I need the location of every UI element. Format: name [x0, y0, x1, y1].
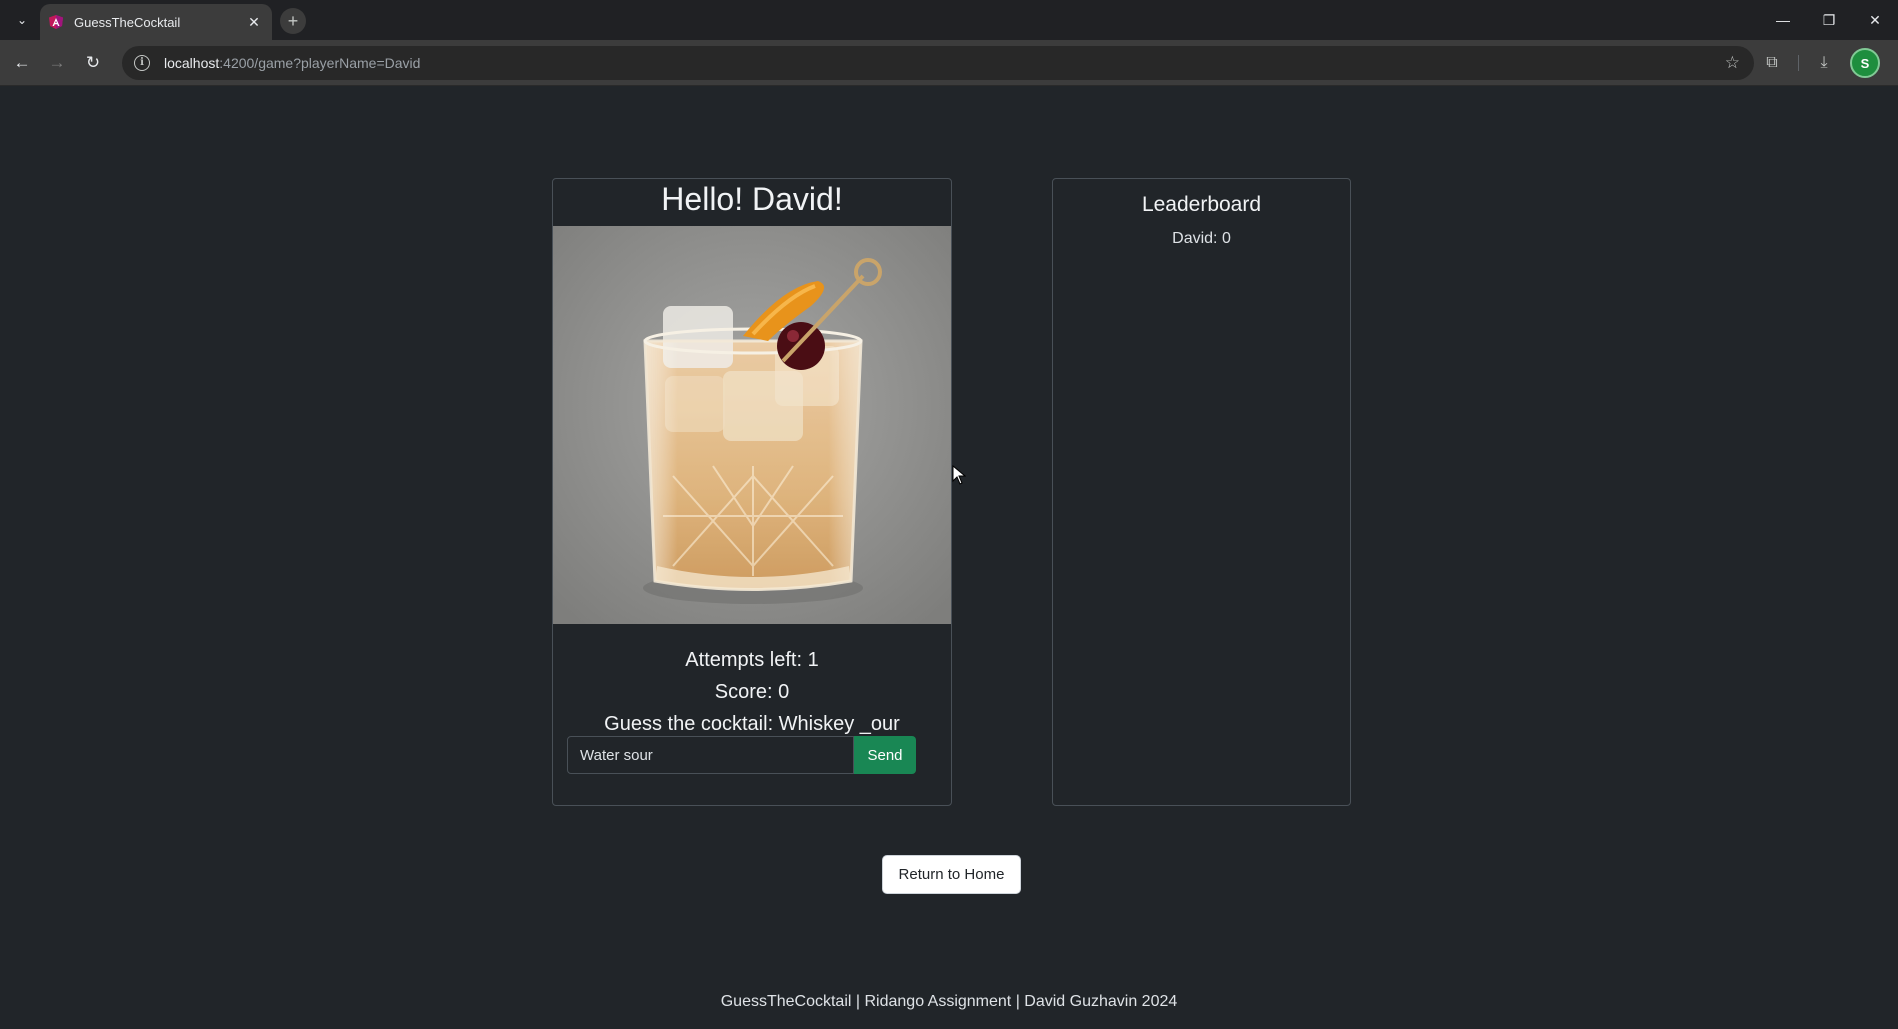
guess-form: Send [567, 736, 916, 774]
guess-input[interactable] [567, 736, 854, 774]
new-tab-button[interactable]: + [280, 8, 306, 34]
back-arrow-icon[interactable]: ← [8, 49, 36, 77]
mouse-cursor-icon [952, 465, 966, 485]
url-host: localhost [164, 55, 220, 71]
bookmark-star-icon[interactable]: ☆ [1725, 53, 1740, 73]
download-icon[interactable]: ⤓ [1810, 49, 1838, 77]
address-bar[interactable]: i localhost:4200/game?playerName=David ☆ [122, 46, 1754, 80]
leaderboard-title: Leaderboard [1141, 193, 1262, 216]
footer-text: GuessTheCocktail | Ridango Assignment | … [720, 993, 1178, 1010]
score-text: Score: 0 [714, 681, 790, 703]
tab-search-icon[interactable]: ⌄ [10, 8, 34, 32]
browser-tabstrip: ⌄ GuessTheCocktail ✕ + — ❐ ✕ [0, 0, 1898, 40]
tab-title: GuessTheCocktail [74, 14, 181, 30]
cocktail-image [553, 226, 951, 624]
browser-toolbar: ← → ↻ i localhost:4200/game?playerName=D… [0, 40, 1898, 86]
leaderboard-entry: David: 0 [1172, 230, 1231, 247]
close-window-icon[interactable]: ✕ [1852, 0, 1898, 40]
forward-arrow-icon[interactable]: → [43, 49, 71, 77]
return-home-button[interactable]: Return to Home [882, 855, 1021, 894]
site-info-icon[interactable]: i [134, 55, 150, 71]
profile-initial: S [1860, 55, 1870, 71]
guess-prompt-text: Guess the cocktail: Whiskey _our [604, 713, 900, 735]
attempts-left-text: Attempts left: 1 [685, 649, 819, 671]
restore-icon[interactable]: ❐ [1806, 0, 1852, 40]
game-card: Hello! David! Attempts left: 1 Score: 0 … [552, 178, 952, 806]
url-text: localhost:4200/game?playerName=David [164, 55, 420, 71]
reload-icon[interactable]: ↻ [79, 49, 107, 77]
send-button[interactable]: Send [854, 736, 916, 774]
url-path: :4200/game?playerName=David [219, 55, 421, 71]
extensions-icon[interactable]: ⧉ [1758, 49, 1786, 77]
browser-tab-active[interactable]: GuessTheCocktail ✕ [40, 4, 272, 40]
page-content: Hello! David! Attempts left: 1 Score: 0 … [0, 87, 1898, 1029]
leaderboard-card: Leaderboard David: 0 [1052, 178, 1351, 806]
whiskey-sour-image-graphic [553, 226, 951, 624]
minimize-icon[interactable]: — [1760, 0, 1806, 40]
window-controls: — ❐ ✕ [1760, 0, 1898, 40]
toolbar-divider [1798, 55, 1799, 71]
profile-avatar[interactable]: S [1850, 48, 1880, 78]
angular-favicon-icon [49, 15, 63, 29]
tab-close-icon[interactable]: ✕ [246, 14, 262, 30]
greeting-heading: Hello! David! [661, 181, 843, 217]
